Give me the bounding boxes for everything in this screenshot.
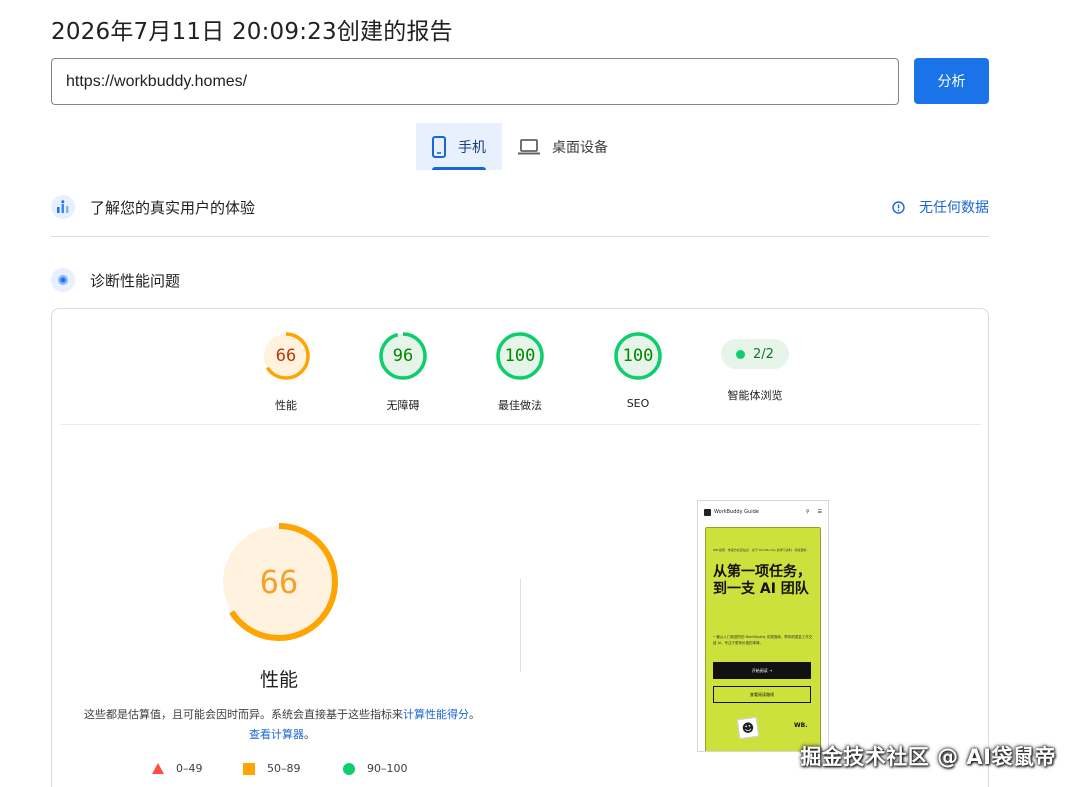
desc-end: 。 bbox=[304, 728, 315, 741]
legend-fail: 0–49 bbox=[152, 762, 203, 775]
no-data-label: 无任何数据 bbox=[919, 200, 989, 216]
performance-gauge: 66 bbox=[220, 523, 338, 641]
legend-label: 50–89 bbox=[267, 762, 301, 775]
agent-browsing-pill: 2/2 bbox=[721, 339, 789, 369]
screenshot-hero: WB 指南 · 非官方社区站点 · 关于 WorkBuddy 的学习资料 · 持… bbox=[705, 527, 821, 751]
legend-pass: 90–100 bbox=[343, 762, 408, 775]
search-icon: ⚲ bbox=[805, 509, 810, 515]
calc-score-link[interactable]: 计算性能得分 bbox=[403, 708, 469, 721]
score-label: 无障碍 bbox=[386, 399, 420, 412]
score-ring: 100 bbox=[614, 332, 662, 380]
tab-mobile[interactable]: 手机 bbox=[416, 123, 502, 170]
pass-dot-icon bbox=[736, 349, 746, 359]
diagnose-section: 诊断性能问题 bbox=[51, 268, 989, 292]
score-gauge-seo[interactable]: 100 SEO bbox=[593, 331, 683, 410]
legend-label: 90–100 bbox=[367, 762, 408, 775]
no-data-link[interactable]: 无任何数据 bbox=[892, 197, 989, 217]
legend-average: 50–89 bbox=[243, 762, 301, 775]
score-gauge-performance[interactable]: 66 性能 bbox=[241, 331, 331, 413]
score-gauge-accessibility[interactable]: 96 无障碍 bbox=[358, 331, 448, 413]
smartphone-icon bbox=[432, 135, 446, 158]
menu-icon: ☰ bbox=[817, 509, 822, 515]
gauge-score-text: 96 bbox=[393, 346, 413, 366]
screenshot-primary-button: 开始阅读 → bbox=[713, 662, 811, 679]
view-calculator-link[interactable]: 查看计算器 bbox=[249, 728, 304, 741]
legend-label: 0–49 bbox=[176, 762, 203, 775]
smiley-icon: ☻ bbox=[736, 716, 760, 740]
diagnose-icon bbox=[51, 268, 75, 292]
watermark: 掘金技术社区 @ AI袋鼠帝 bbox=[800, 745, 1056, 769]
field-data-section: 了解您的真实用户的体验 无任何数据 bbox=[51, 195, 989, 219]
laptop-icon bbox=[518, 138, 540, 154]
gauge-score-text: 100 bbox=[623, 346, 654, 366]
screenshot-secondary-button: 查看阅读路线 bbox=[713, 686, 811, 703]
score-ring: 66 bbox=[262, 332, 310, 380]
gauge-score-text: 66 bbox=[260, 563, 299, 601]
vertical-divider bbox=[520, 579, 521, 672]
diagnose-title: 诊断性能问题 bbox=[90, 271, 181, 290]
circle-icon bbox=[343, 762, 355, 775]
report-title: 2026年7月11日 20:09:23创建的报告 bbox=[51, 19, 453, 45]
square-icon bbox=[243, 762, 255, 775]
triangle-icon bbox=[152, 763, 164, 774]
screenshot-headline: 从第一项任务，到一支 AI 团队 bbox=[713, 564, 811, 597]
field-data-title: 了解您的真实用户的体验 bbox=[90, 198, 256, 217]
info-icon bbox=[892, 200, 905, 214]
screenshot-site-name: WorkBuddy Guide bbox=[714, 509, 759, 515]
gauge-score-text: 66 bbox=[276, 346, 296, 366]
screenshot-paragraph: 一套从入门到进阶的 WorkBuddy 实践指南，帮你把重复工作交给 AI，专注… bbox=[713, 635, 813, 645]
section-divider bbox=[51, 236, 989, 237]
analyze-button[interactable]: 分析 bbox=[914, 58, 989, 104]
diagnostics-card: 66 性能 96 无障碍 100 最佳做法 100 SEO 2/2 智能体浏览 … bbox=[51, 308, 989, 787]
url-input[interactable] bbox=[51, 58, 899, 105]
tab-desktop[interactable]: 桌面设备 bbox=[502, 123, 624, 170]
tab-desktop-label: 桌面设备 bbox=[552, 139, 608, 156]
screenshot-header: WorkBuddy Guide ⚲ ☰ bbox=[698, 501, 828, 523]
score-label: 最佳做法 bbox=[498, 399, 542, 412]
agent-browsing-value: 2/2 bbox=[753, 346, 774, 362]
tab-mobile-label: 手机 bbox=[458, 139, 486, 156]
card-divider bbox=[61, 424, 981, 425]
site-logo-icon bbox=[704, 508, 711, 516]
performance-description: 这些都是估算值，且可能会因时而异。系统会直接基于这些指标来计算性能得分。查看计算… bbox=[82, 705, 482, 745]
score-label: 智能体浏览 bbox=[727, 389, 783, 402]
score-ring: 96 bbox=[379, 332, 427, 380]
score-gauge-best-practices[interactable]: 100 最佳做法 bbox=[475, 331, 565, 413]
field-data-icon bbox=[51, 195, 75, 219]
gauge-score-text: 100 bbox=[505, 346, 536, 366]
score-label: 性能 bbox=[275, 399, 297, 412]
desc-text: 这些都是估算值，且可能会因时而异。系统会直接基于这些指标来 bbox=[84, 708, 403, 721]
screenshot-tagline: WB 指南 · 非官方社区站点 · 关于 WorkBuddy 的学习资料 · 持… bbox=[713, 548, 807, 552]
performance-title: 性能 bbox=[259, 669, 298, 691]
page-screenshot: WorkBuddy Guide ⚲ ☰ WB 指南 · 非官方社区站点 · 关于… bbox=[697, 500, 829, 752]
score-ring: 100 bbox=[496, 332, 544, 380]
device-tabs: 手机 桌面设备 bbox=[416, 123, 624, 170]
score-label: SEO bbox=[626, 397, 650, 410]
score-gauge-agent-browsing[interactable]: 2/2 智能体浏览 bbox=[710, 331, 800, 403]
desc-sep: 。 bbox=[469, 708, 480, 721]
screenshot-corner-text: WB. bbox=[794, 722, 808, 729]
